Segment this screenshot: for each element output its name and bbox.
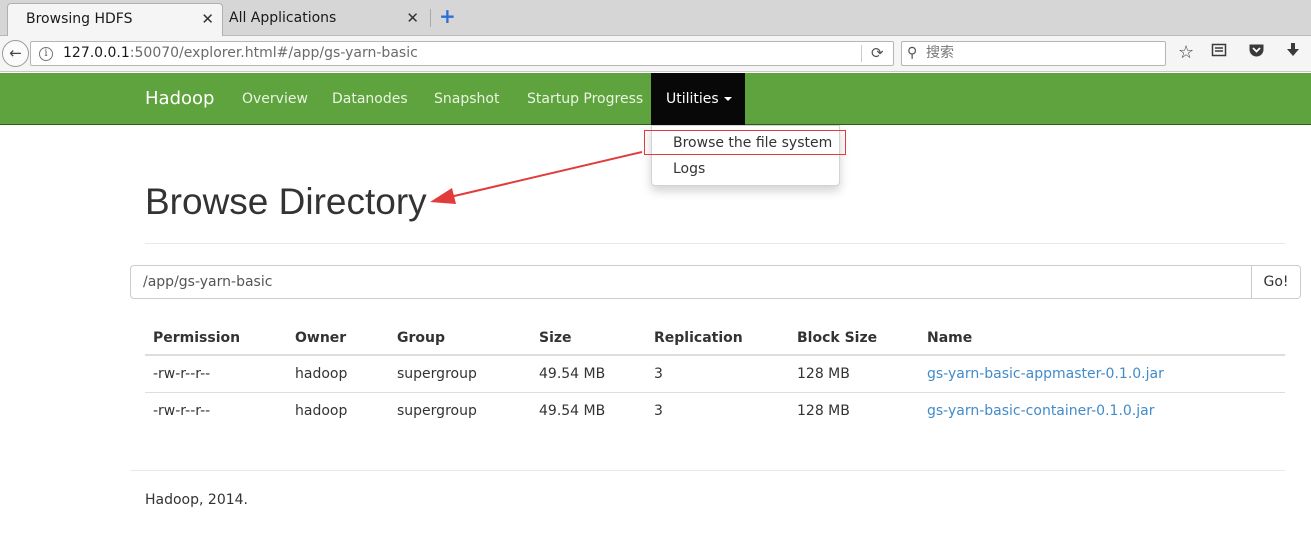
go-button[interactable]: Go! [1251, 265, 1301, 299]
column-header[interactable]: Owner [295, 319, 346, 357]
url-divider [861, 45, 862, 62]
url-bar[interactable]: i 127.0.0.1:50070/explorer.html#/app/gs-… [30, 41, 894, 66]
directory-path-input[interactable]: /app/gs-yarn-basic [130, 265, 1252, 299]
column-header[interactable]: Permission [153, 319, 240, 357]
nav-snapshot[interactable]: Snapshot [434, 73, 499, 125]
column-header[interactable]: Size [539, 319, 572, 357]
info-icon[interactable]: i [39, 47, 53, 61]
tab-title: Browsing HDFS [26, 11, 133, 27]
table-header-row: Permission Owner Group Size Replication … [145, 319, 1285, 356]
hadoop-navbar: Hadoop Overview Datanodes Snapshot Start… [0, 73, 1311, 125]
tab-divider [430, 9, 431, 27]
close-tab-icon[interactable]: ✕ [201, 4, 214, 34]
reading-list-icon[interactable] [1211, 42, 1227, 63]
download-icon[interactable] [1285, 42, 1301, 63]
cell-block-size: 128 MB [797, 403, 850, 419]
cell-replication: 3 [654, 403, 663, 419]
divider [145, 243, 1285, 244]
cell-size: 49.54 MB [539, 366, 606, 382]
cell-block-size: 128 MB [797, 366, 850, 382]
caret-down-icon [723, 97, 732, 101]
pocket-icon[interactable] [1248, 42, 1265, 63]
nav-overview[interactable]: Overview [242, 73, 308, 125]
url-host: 127.0.0.1 [63, 45, 130, 61]
search-placeholder: 搜索 [926, 45, 954, 61]
search-bar[interactable]: ⚲ 搜索 [901, 41, 1166, 66]
table-row: -rw-r--r-- hadoop supergroup 49.54 MB 3 … [145, 393, 1285, 430]
nav-datanodes[interactable]: Datanodes [332, 73, 408, 125]
page-title: Browse Directory [145, 181, 427, 222]
cell-permission: -rw-r--r-- [153, 366, 211, 382]
nav-utilities[interactable]: Utilities [651, 73, 745, 125]
url-path: :50070/explorer.html#/app/gs-yarn-basic [129, 45, 418, 61]
annotation-highlight-box [644, 130, 846, 155]
file-name-link[interactable]: gs-yarn-basic-appmaster-0.1.0.jar [927, 356, 1164, 393]
bookmark-star-icon[interactable]: ☆ [1178, 42, 1194, 63]
cell-group: supergroup [397, 403, 477, 419]
tab-title: All Applications [229, 10, 337, 26]
tab-browsing-hdfs[interactable]: Browsing HDFS ✕ [7, 3, 223, 36]
cell-group: supergroup [397, 366, 477, 382]
brand-link[interactable]: Hadoop [145, 73, 214, 125]
column-header[interactable]: Block Size [797, 319, 877, 357]
tab-all-applications[interactable]: All Applications ✕ [215, 3, 427, 36]
column-header[interactable]: Replication [654, 319, 743, 357]
column-header[interactable]: Group [397, 319, 445, 357]
close-tab-icon[interactable]: ✕ [406, 3, 419, 33]
nav-utilities-label: Utilities [666, 91, 719, 107]
footer-text: Hadoop, 2014. [145, 492, 248, 508]
nav-startup-progress[interactable]: Startup Progress [527, 73, 643, 125]
url-text[interactable]: 127.0.0.1:50070/explorer.html#/app/gs-ya… [63, 42, 418, 65]
divider [130, 470, 1285, 471]
annotation-arrow-icon [430, 151, 643, 204]
table-row: -rw-r--r-- hadoop supergroup 49.54 MB 3 … [145, 356, 1285, 393]
file-table: Permission Owner Group Size Replication … [145, 319, 1285, 430]
browser-nav-bar: ← i 127.0.0.1:50070/explorer.html#/app/g… [0, 36, 1311, 72]
file-name-link[interactable]: gs-yarn-basic-container-0.1.0.jar [927, 393, 1154, 430]
new-tab-icon[interactable]: + [439, 4, 456, 28]
cell-permission: -rw-r--r-- [153, 403, 211, 419]
column-header[interactable]: Name [927, 319, 972, 357]
menu-item-logs[interactable]: Logs [673, 161, 705, 177]
browser-tab-strip: Browsing HDFS ✕ All Applications ✕ + [0, 0, 1311, 36]
search-icon: ⚲ [907, 45, 918, 61]
reload-icon[interactable]: ⟳ [871, 42, 884, 65]
cell-owner: hadoop [295, 366, 348, 382]
cell-owner: hadoop [295, 403, 348, 419]
cell-replication: 3 [654, 366, 663, 382]
cell-size: 49.54 MB [539, 403, 606, 419]
back-button[interactable]: ← [2, 40, 29, 67]
